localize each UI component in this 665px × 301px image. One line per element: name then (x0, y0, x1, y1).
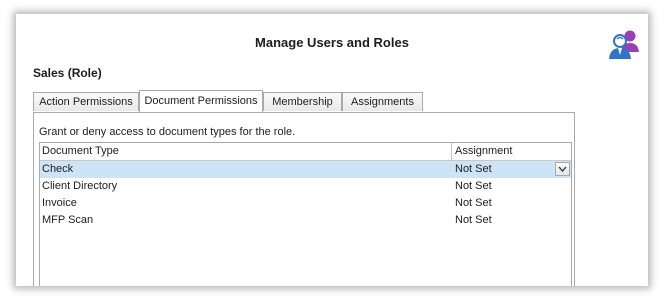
document-permissions-panel: Grant or deny access to document types f… (33, 112, 575, 286)
table-row[interactable]: Check Not Set (40, 161, 571, 178)
table-row[interactable]: Invoice Not Set (40, 195, 571, 212)
dialog-title: Manage Users and Roles (255, 35, 409, 50)
assignment-cell[interactable]: Not Set (453, 161, 545, 178)
document-type-cell: Invoice (42, 197, 77, 209)
document-type-cell: Check (42, 163, 74, 175)
tab-action-permissions[interactable]: Action Permissions (33, 92, 139, 111)
permissions-grid: Document Type Assignment Check Not Set C… (39, 142, 572, 286)
column-header-assignment[interactable]: Assignment (452, 143, 571, 160)
document-type-cell: Client Directory (42, 180, 118, 192)
assignment-cell[interactable]: Not Set (453, 212, 545, 229)
tab-membership[interactable]: Membership (263, 92, 342, 111)
column-header-document-type[interactable]: Document Type (40, 143, 452, 160)
assignment-cell[interactable]: Not Set (453, 195, 545, 212)
assignment-dropdown-button[interactable] (555, 162, 570, 176)
document-type-cell: MFP Scan (42, 214, 94, 226)
users-icon (609, 30, 639, 59)
tab-document-permissions[interactable]: Document Permissions (139, 90, 263, 112)
tab-assignments[interactable]: Assignments (342, 92, 423, 111)
role-heading: Sales (Role) (33, 66, 102, 80)
table-row[interactable]: MFP Scan Not Set (40, 212, 571, 229)
chevron-down-icon (558, 166, 567, 173)
dialog-window: Manage Users and Roles Sales (Role) Acti… (16, 14, 648, 286)
assignment-cell[interactable]: Not Set (453, 178, 545, 195)
panel-description: Grant or deny access to document types f… (39, 126, 296, 138)
grid-header: Document Type Assignment (40, 143, 571, 161)
table-row[interactable]: Client Directory Not Set (40, 178, 571, 195)
